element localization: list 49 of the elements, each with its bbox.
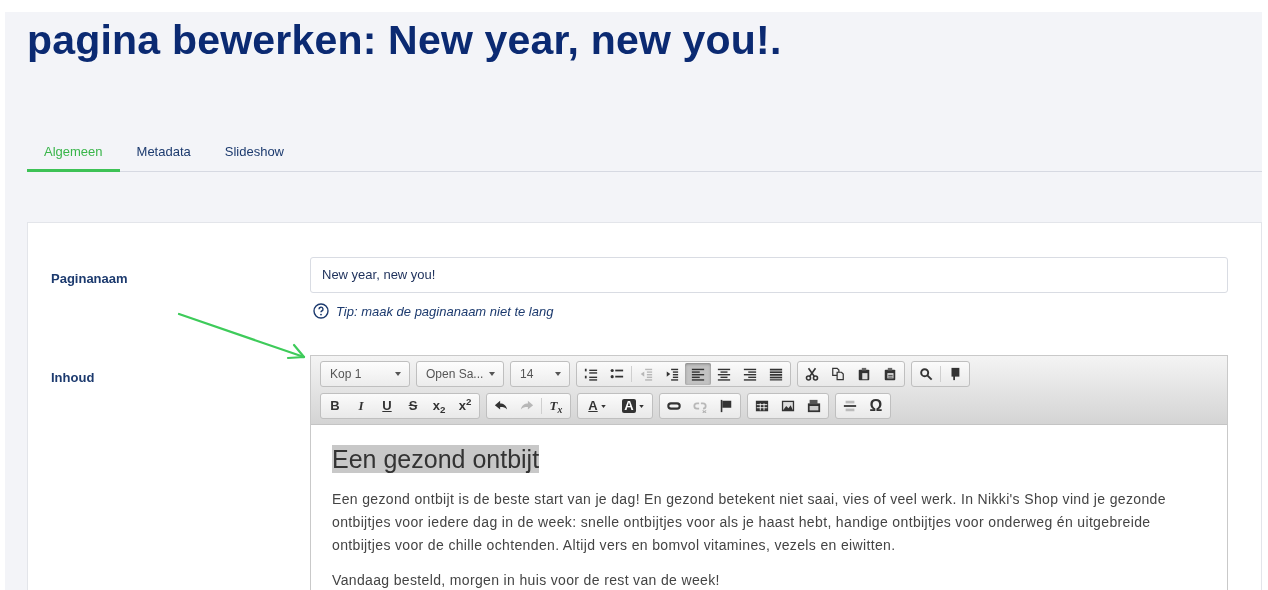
toolbar-button[interactable]: x$_{2}$ [426, 395, 452, 417]
content-heading: Een gezond ontbijt [332, 445, 540, 473]
tip-text: Tip: maak de paginanaam niet te lang [336, 302, 554, 321]
toolbar-button[interactable] [685, 363, 711, 385]
link-icon [667, 399, 681, 413]
question-icon [313, 303, 329, 320]
caret-icon [555, 372, 561, 376]
search-icon [919, 367, 933, 381]
toolbar-button[interactable]: U [374, 395, 400, 417]
input-field[interactable]: New year, new you! [310, 256, 1228, 293]
align-right-icon [743, 367, 757, 381]
content-paragraph: Een gezond ontbijt is de beste start van je dag! En gezond betekent niet saai, vies of veel werk. In Nikki's Shop vind je gezonde ontbijtjes voor iedere dag in de week: snelle ontbijtjes voor als je haast hebt, handige ontbijtjes voor onderweg én uitgebreide ontbijtjes voor de chille ochtenden. Altijd vers en bomvol vitamines, vezels en eiwitten. [332, 490, 1167, 555]
caret-icon [600, 404, 606, 408]
toolbar-button[interactable]: x$^{2}$ [452, 395, 478, 417]
field-label: Inhoud [51, 370, 95, 385]
dropdown[interactable]: 14 [510, 361, 570, 387]
toolbar-button[interactable]: A [579, 395, 615, 417]
toolbar-button[interactable]: Ω [863, 395, 889, 417]
clipboard-icon [857, 367, 871, 381]
scissors-icon [805, 367, 819, 381]
toolbar-button[interactable]: T$_{x}$ [543, 395, 569, 417]
content-paragraph: Vandaag besteld, morgen in huis voor de rest van de week! [332, 571, 721, 590]
tab[interactable]: Slideshow [207, 140, 301, 172]
indent-icon [665, 367, 679, 381]
image-icon [781, 399, 795, 413]
toolbar-button[interactable]: I [348, 395, 374, 417]
toolbar-button[interactable]: A [615, 395, 651, 417]
bullet-list-icon [610, 367, 624, 381]
film-icon [807, 399, 821, 413]
flag-icon [719, 399, 733, 413]
caret-icon [395, 372, 401, 376]
align-left-icon [691, 367, 705, 381]
tab[interactable]: Metadata [119, 140, 208, 172]
horizontal-rule-icon [843, 399, 857, 413]
copy-icon [831, 367, 845, 381]
page-title: pagina bewerken: New year, new you!. [27, 16, 782, 62]
outdent-icon [639, 367, 653, 381]
toolbar-button[interactable]: S [400, 395, 426, 417]
toolbar-button[interactable]: B [322, 395, 348, 417]
numbered-list-icon [584, 367, 598, 381]
clipboard-icon [883, 367, 897, 381]
table-icon [755, 399, 769, 413]
field-label: Paginanaam [51, 270, 128, 286]
dropdown[interactable]: Open Sa... [416, 361, 504, 387]
justify-icon [769, 367, 783, 381]
align-center-icon [717, 367, 731, 381]
caret-icon [638, 404, 644, 408]
caret-icon [489, 372, 495, 376]
dropdown[interactable]: Kop 1 [320, 361, 410, 387]
